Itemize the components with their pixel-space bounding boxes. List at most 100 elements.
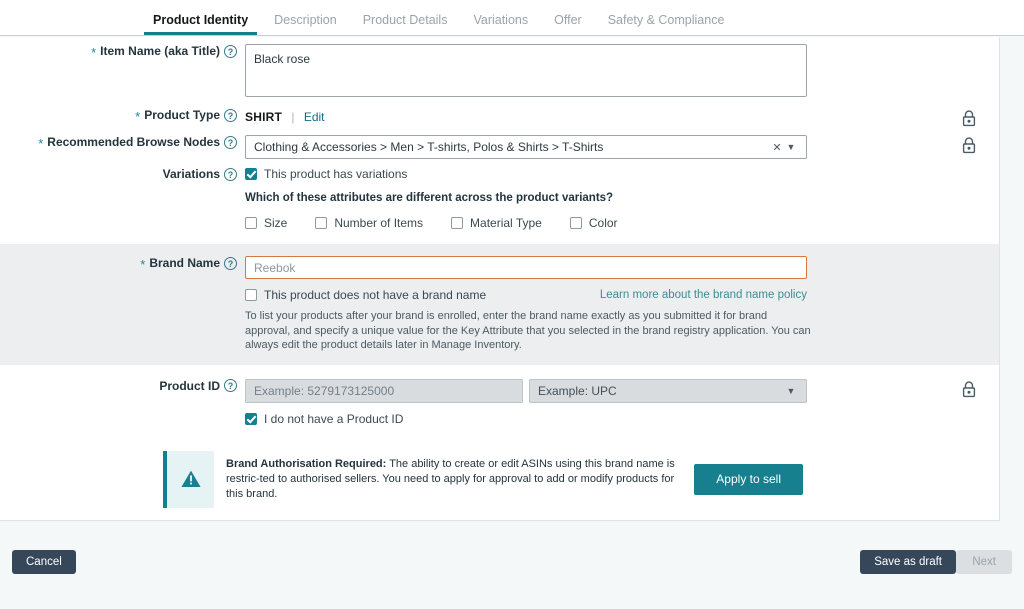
attribute-label: Color	[588, 216, 618, 230]
product-identity-page: Product Identity Description Product Det…	[0, 0, 1024, 609]
attribute-material-type[interactable]: Material Type	[451, 216, 542, 230]
tab-offer[interactable]: Offer	[541, 13, 595, 35]
form-card: * Item Name (aka Title) ? * Product Type…	[0, 37, 1000, 521]
lock-closed-icon	[962, 110, 976, 127]
attribute-size[interactable]: Size	[245, 216, 287, 230]
tab-label: Product Details	[362, 13, 448, 27]
required-asterisk: *	[91, 45, 97, 60]
tab-safety-compliance[interactable]: Safety & Compliance	[595, 13, 738, 35]
tab-label: Safety & Compliance	[607, 13, 725, 27]
size-checkbox[interactable]	[245, 217, 257, 229]
tab-product-identity[interactable]: Product Identity	[140, 13, 261, 35]
cancel-button[interactable]: Cancel	[12, 550, 76, 574]
product-id-type-select[interactable]: Example: UPC ▼	[529, 378, 807, 403]
lock-slot-empty	[939, 44, 999, 46]
tab-label: Variations	[473, 13, 529, 27]
brand-policy-link[interactable]: Learn more about the brand name policy	[600, 289, 807, 301]
question-circle-icon[interactable]: ?	[224, 256, 237, 270]
variations-label: Variations ?	[0, 167, 245, 181]
product-id-input[interactable]	[245, 378, 523, 403]
browse-nodes-lock[interactable]	[939, 135, 999, 154]
lock-slot-empty	[939, 256, 999, 258]
attribute-color[interactable]: Color	[569, 216, 618, 230]
has-variations-row[interactable]: This product has variations	[245, 167, 929, 181]
browse-nodes-select[interactable]: Clothing & Accessories > Men > T-shirts,…	[245, 135, 807, 159]
browse-nodes-value: Clothing & Accessories > Men > T-shirts,…	[254, 140, 604, 154]
product-id-lock[interactable]	[939, 379, 999, 398]
clear-icon[interactable]: ✕	[770, 141, 784, 154]
browse-nodes-field: Clothing & Accessories > Men > T-shirts,…	[245, 135, 939, 159]
field-row-product-id: Product ID ? Example: UPC ▼ I do not hav…	[0, 378, 999, 426]
chevron-down-icon[interactable]: ▼	[784, 142, 798, 152]
apply-to-sell-button[interactable]: Apply to sell	[694, 463, 803, 495]
material-type-checkbox[interactable]	[451, 217, 464, 229]
no-product-id-row[interactable]: I do not have a Product ID	[245, 412, 929, 426]
product-type-lock[interactable]	[939, 108, 999, 127]
lock-closed-icon	[962, 137, 976, 154]
product-type-edit-link[interactable]: Edit	[304, 110, 325, 124]
color-checkbox[interactable]	[569, 217, 582, 229]
lock-slot-empty	[939, 167, 999, 169]
product-type-label: * Product Type ?	[0, 108, 245, 123]
item-name-input[interactable]	[245, 44, 807, 97]
field-row-brand-name: * Brand Name ? This product does not hav…	[0, 244, 999, 365]
label-text: Item Name (aka Title)	[100, 44, 220, 58]
alert-body: Brand Authorisation Required: The abilit…	[214, 451, 694, 508]
number-of-items-checkbox[interactable]	[315, 217, 328, 229]
variations-question: Which of these attributes are different …	[245, 192, 614, 204]
product-id-field: Example: UPC ▼ I do not have a Product I…	[245, 378, 939, 426]
label-text: Variations	[162, 167, 220, 181]
product-type-field: SHIRT | Edit	[245, 108, 939, 124]
no-brand-label: This product does not have a brand name	[264, 288, 487, 302]
alert-title: Brand Authorisation Required:	[226, 457, 387, 470]
tab-variations[interactable]: Variations	[460, 13, 541, 35]
attribute-number-of-items[interactable]: Number of Items	[315, 216, 423, 230]
tab-product-details[interactable]: Product Details	[350, 13, 461, 35]
alert-button-cell: Apply to sell	[694, 451, 811, 508]
brand-name-label: * Brand Name ?	[0, 256, 245, 272]
variation-attributes: Size Number of Items Material Type Color	[245, 216, 929, 230]
has-variations-label: This product has variations	[264, 167, 408, 181]
label-text: Recommended Browse Nodes	[47, 135, 220, 149]
chevron-down-icon[interactable]: ▼	[784, 386, 798, 396]
tab-label: Offer	[554, 13, 582, 27]
brand-authorisation-alert: Brand Authorisation Required: The abilit…	[163, 450, 811, 508]
browse-nodes-label: * Recommended Browse Nodes ?	[0, 135, 245, 151]
item-name-label: * Item Name (aka Title) ?	[0, 44, 245, 60]
product-type-value: SHIRT	[245, 110, 282, 124]
lock-closed-icon	[962, 380, 976, 397]
next-button[interactable]: Next	[956, 550, 1012, 574]
tab-description[interactable]: Description	[261, 13, 350, 35]
no-brand-row[interactable]: This product does not have a brand name	[245, 288, 486, 302]
brand-name-field: This product does not have a brand name …	[245, 256, 939, 353]
item-name-field	[245, 44, 939, 100]
product-id-label: Product ID ?	[0, 379, 245, 393]
save-as-draft-button[interactable]: Save as draft	[860, 550, 956, 574]
required-asterisk: *	[140, 257, 146, 272]
question-circle-icon[interactable]: ?	[224, 167, 237, 181]
tab-label: Product Identity	[153, 13, 249, 27]
variations-field: This product has variations Which of the…	[245, 167, 939, 230]
question-circle-icon[interactable]: ?	[224, 44, 237, 58]
label-text: Product ID	[159, 378, 220, 393]
warning-triangle-icon	[180, 470, 201, 487]
question-circle-icon[interactable]: ?	[224, 135, 237, 149]
has-variations-checkbox[interactable]	[245, 168, 257, 180]
no-product-id-checkbox[interactable]	[245, 412, 257, 425]
alert-icon-cell	[167, 450, 214, 508]
field-row-item-name: * Item Name (aka Title) ?	[0, 37, 999, 100]
alert-wrapper: Brand Authorisation Required: The abilit…	[0, 446, 999, 508]
product-id-type-value: Example: UPC	[538, 383, 617, 398]
attribute-label: Material Type	[470, 216, 542, 230]
no-brand-checkbox[interactable]	[245, 289, 257, 301]
tab-label: Description	[274, 13, 337, 27]
brand-name-input[interactable]	[245, 256, 807, 279]
separator: |	[291, 110, 295, 124]
field-row-product-type: * Product Type ? SHIRT | Edit	[0, 108, 999, 127]
required-asterisk: *	[38, 136, 44, 151]
attribute-label: Size	[264, 216, 288, 230]
field-row-browse-nodes: * Recommended Browse Nodes ? Clothing & …	[0, 135, 999, 159]
question-circle-icon[interactable]: ?	[224, 379, 237, 392]
question-circle-icon[interactable]: ?	[224, 108, 237, 122]
no-product-id-label: I do not have a Product ID	[264, 411, 404, 426]
